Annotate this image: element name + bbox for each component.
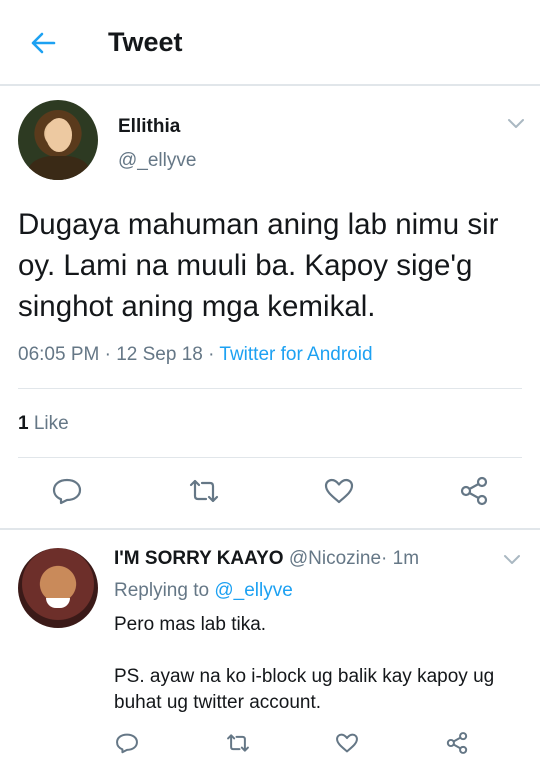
top-bar: Tweet bbox=[0, 0, 540, 86]
chevron-down-icon[interactable] bbox=[502, 552, 522, 566]
divider bbox=[18, 388, 522, 389]
back-arrow-icon[interactable] bbox=[28, 28, 58, 58]
like-icon[interactable] bbox=[334, 730, 360, 756]
retweet-icon[interactable] bbox=[225, 730, 251, 756]
avatar[interactable] bbox=[18, 548, 98, 628]
avatar-face bbox=[46, 118, 72, 152]
avatar-body bbox=[28, 156, 90, 180]
reply-age: 1m bbox=[392, 548, 420, 569]
page-title: Tweet bbox=[108, 27, 183, 57]
replying-to-link[interactable]: @_ellyve bbox=[214, 580, 292, 601]
author-handle[interactable]: @_ellyve bbox=[118, 150, 196, 172]
avatar[interactable] bbox=[18, 100, 98, 180]
meta-separator: · bbox=[104, 344, 111, 365]
like-count-number: 1 bbox=[18, 413, 29, 434]
retweet-icon[interactable] bbox=[187, 474, 221, 508]
avatar-smile bbox=[46, 598, 70, 608]
tweet-time: 06:05 PM bbox=[18, 344, 100, 365]
reply-line: Pero mas lab tika. bbox=[114, 614, 267, 635]
like-count-label: Like bbox=[33, 413, 69, 434]
replying-label: Replying to bbox=[114, 580, 210, 601]
reply-author-name[interactable]: I'M SORRY KAAYO bbox=[114, 548, 284, 569]
meta-separator: · bbox=[381, 548, 388, 569]
reply-actions bbox=[0, 730, 540, 760]
reply-author-handle[interactable]: @Nicozine bbox=[289, 548, 381, 569]
reply-text: Pero mas lab tika. PS. ayaw na ko i-bloc… bbox=[114, 612, 524, 716]
divider bbox=[0, 528, 540, 530]
tweet-source-link[interactable]: Twitter for Android bbox=[219, 344, 372, 365]
tweet-actions bbox=[0, 474, 540, 514]
meta-separator: · bbox=[208, 344, 215, 365]
tweet-date: 12 Sep 18 bbox=[116, 344, 203, 365]
tweet-meta: 06:05 PM · 12 Sep 18 · Twitter for Andro… bbox=[18, 344, 373, 366]
tweet-text: Dugaya mahuman aning lab nimu sir oy. La… bbox=[18, 208, 499, 323]
author-name[interactable]: Ellithia bbox=[118, 116, 180, 138]
divider bbox=[18, 457, 522, 458]
reply-icon[interactable] bbox=[114, 730, 140, 756]
reply-icon[interactable] bbox=[50, 474, 84, 508]
reply-line: PS. ayaw na ko i-block ug balik kay kapo… bbox=[114, 666, 495, 713]
chevron-down-icon[interactable] bbox=[506, 116, 526, 130]
reply-header: I'M SORRY KAAYO @Nicozine· 1m bbox=[114, 548, 419, 570]
likes-count[interactable]: 1 Like bbox=[18, 413, 69, 435]
share-icon[interactable] bbox=[444, 730, 470, 756]
replying-to: Replying to @_ellyve bbox=[114, 580, 293, 602]
like-icon[interactable] bbox=[322, 474, 356, 508]
share-icon[interactable] bbox=[457, 474, 491, 508]
